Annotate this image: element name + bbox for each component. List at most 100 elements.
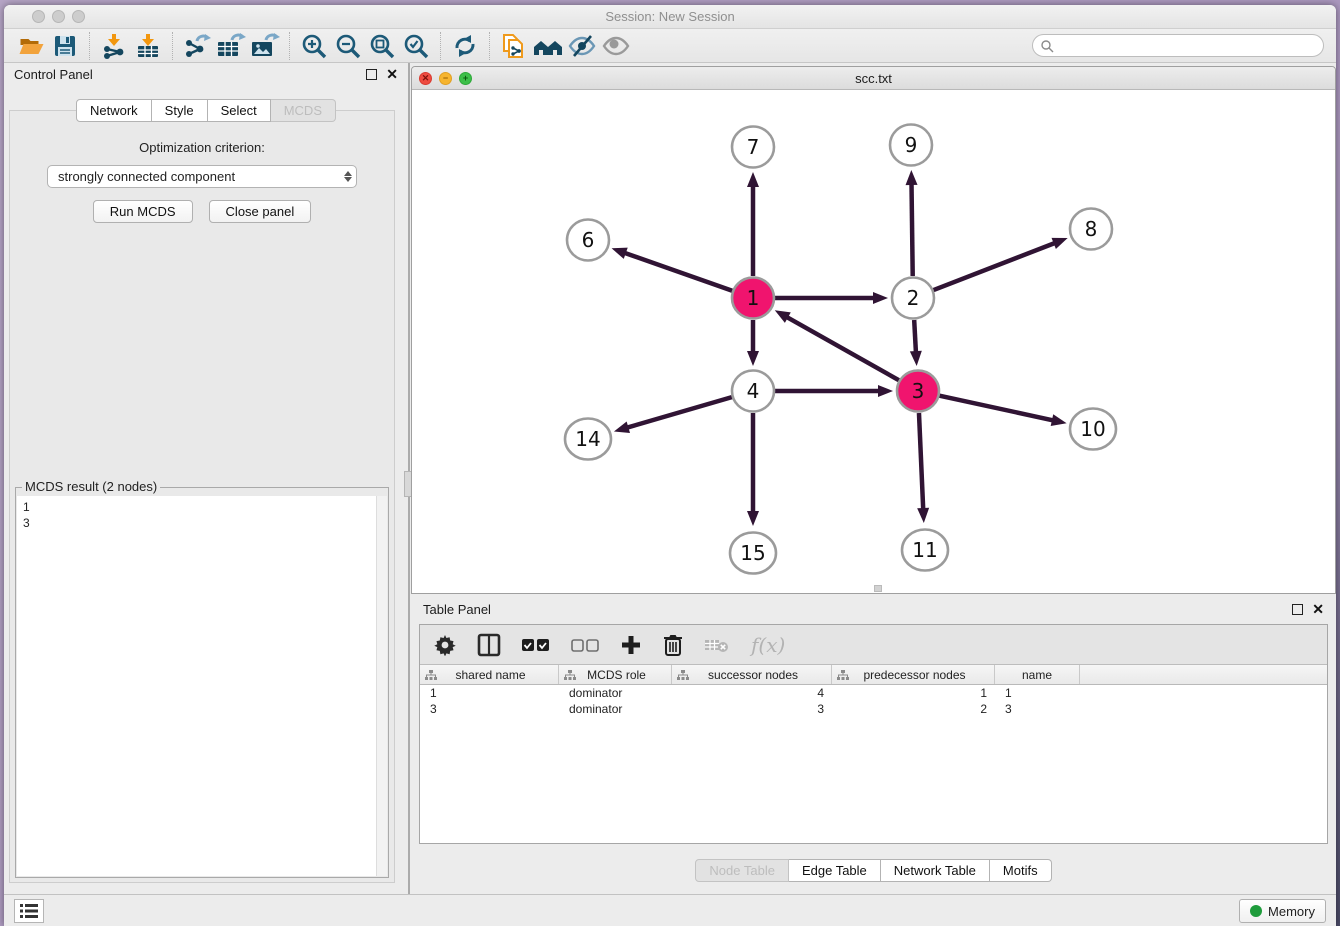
graph-node[interactable]: 15 [730,533,776,574]
zoom-out-button[interactable] [331,31,365,61]
zoom-fit-button[interactable] [365,31,399,61]
function-builder-button[interactable]: f(x) [751,633,785,657]
graph-edge-arrowhead [747,511,759,526]
graph-edge-arrowhead [906,170,918,185]
graph-edge[interactable] [626,397,731,428]
graph-node-label: 9 [905,133,918,157]
graph-node[interactable]: 3 [897,371,939,412]
optimization-criterion-select[interactable]: strongly connected component [47,165,357,188]
import-network-button[interactable] [97,31,131,61]
add-column-button[interactable] [620,634,642,656]
export-image-button[interactable] [248,31,282,61]
import-table-button[interactable] [131,31,165,61]
tab-mcds[interactable]: MCDS [271,99,336,122]
zoom-out-icon [334,32,362,60]
graph-edge[interactable] [919,413,923,510]
duplicate-network-button[interactable] [497,31,531,61]
toolbar-separator [289,32,290,60]
float-table-panel-icon[interactable] [1292,604,1303,615]
column-header-shared-name[interactable]: shared name [420,665,559,684]
float-panel-icon[interactable] [366,69,377,80]
zoom-selected-button[interactable] [399,31,433,61]
column-header-successor-nodes[interactable]: successor nodes [672,665,832,684]
mcds-result-text[interactable]: 1 3 [17,496,387,876]
tab-edge-table[interactable]: Edge Table [789,859,881,882]
column-layout-button[interactable] [477,633,501,657]
tab-motifs[interactable]: Motifs [990,859,1052,882]
select-all-button[interactable] [522,637,550,653]
zoom-in-icon [300,32,328,60]
table-cell: dominator [559,701,672,717]
task-history-button[interactable] [14,899,44,923]
graph-edge[interactable] [911,183,912,276]
memory-label: Memory [1268,904,1315,919]
memory-button[interactable]: Memory [1239,899,1326,923]
graph-node[interactable]: 1 [732,278,774,319]
table-tabs: Node Table Edge Table Network Table Moti… [411,859,1336,882]
graph-node[interactable]: 4 [732,371,774,412]
graph-node-label: 3 [912,379,925,403]
close-panel-icon[interactable]: ✕ [386,69,398,80]
minimize-window-button[interactable] [52,10,65,23]
deselect-all-checkbox-icon [571,637,599,653]
graph-edge-arrowhead [873,292,888,304]
search-field[interactable] [1032,34,1324,57]
export-table-button[interactable] [214,31,248,61]
graph-node[interactable]: 9 [890,125,932,166]
close-panel-button[interactable]: Close panel [209,200,312,223]
deselect-all-button[interactable] [571,637,599,653]
tab-network[interactable]: Network [76,99,152,122]
close-table-panel-icon[interactable]: ✕ [1312,604,1324,615]
toolbar-separator [489,32,490,60]
tab-node-table[interactable]: Node Table [695,859,789,882]
graph-edge[interactable] [939,396,1053,421]
graph-node[interactable]: 11 [902,530,948,571]
graph-node[interactable]: 2 [892,278,934,319]
graph-node-label: 6 [582,228,595,252]
table-row[interactable]: 3dominator323 [420,701,1327,717]
column-header-name[interactable]: name [995,665,1080,684]
export-network-button[interactable] [180,31,214,61]
graph-node[interactable]: 6 [567,220,609,261]
close-window-button[interactable] [32,10,45,23]
hierarchy-icon [425,669,437,681]
graph-node-label: 2 [907,286,920,310]
graph-edge[interactable] [786,317,899,381]
graph-node[interactable]: 14 [565,419,611,460]
run-mcds-button[interactable]: Run MCDS [93,200,193,223]
column-header-mcds-role[interactable]: MCDS role [559,665,672,684]
graph-node[interactable]: 10 [1070,409,1116,450]
table-row[interactable]: 1dominator411 [420,685,1327,701]
save-session-button[interactable] [48,31,82,61]
result-scrollbar[interactable] [376,496,387,876]
search-input[interactable] [1054,39,1323,53]
tab-select[interactable]: Select [208,99,271,122]
graph-node[interactable]: 8 [1070,209,1112,250]
tab-network-table[interactable]: Network Table [881,859,990,882]
open-session-button[interactable] [14,31,48,61]
graph-edge-arrowhead [878,385,893,397]
network-view-window: ✕ − + scc.txt 7968124314101511 [411,66,1336,594]
network-canvas[interactable]: 7 9 6 8 1 2 4 3 14 10 15 11 [412,90,1335,593]
hide-details-button[interactable] [565,31,599,61]
graph-node-label: 10 [1080,417,1105,441]
selected-criterion: strongly connected component [58,169,235,184]
canvas-scroll-handle[interactable] [874,585,882,592]
zoom-window-button[interactable] [72,10,85,23]
table-panel-header: Table Panel ✕ [411,598,1336,620]
application-window: Session: New Session [4,5,1336,926]
graph-edge[interactable] [914,320,916,353]
refresh-layout-button[interactable] [448,31,482,61]
graph-edge[interactable] [934,243,1056,290]
show-details-button[interactable] [599,31,633,61]
delete-table-button[interactable] [704,636,730,654]
column-header-predecessor-nodes[interactable]: predecessor nodes [832,665,995,684]
graph-node[interactable]: 7 [732,127,774,168]
tab-style[interactable]: Style [152,99,208,122]
graph-edge[interactable] [624,253,732,291]
delete-column-button[interactable] [663,633,683,657]
zoom-in-button[interactable] [297,31,331,61]
settings-gear-button[interactable] [434,634,456,656]
first-neighbors-button[interactable] [531,31,565,61]
refresh-layout-icon [451,32,479,60]
